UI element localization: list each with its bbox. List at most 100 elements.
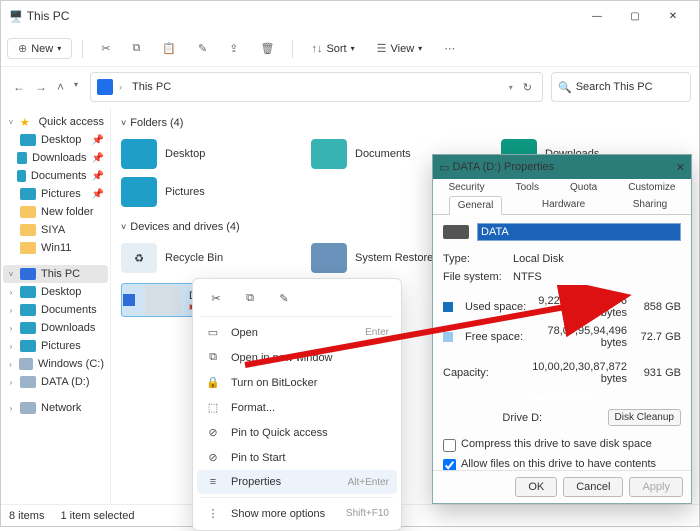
ctx-cut-icon[interactable]: ✂ xyxy=(203,287,229,309)
command-bar: ⊕ New ▾ ✂ ⧉ 📋 ✎ ⇪ 🗑 ↑↓ Sort ▾ ☰ View ▾ ⋯ xyxy=(1,31,699,67)
apply-button[interactable]: Apply xyxy=(629,477,683,497)
share-button[interactable]: ⇪ xyxy=(221,38,246,59)
open-icon: ▭ xyxy=(205,326,221,339)
tab-hardware[interactable]: Hardware xyxy=(534,196,593,214)
sidebar-pc-desktop[interactable]: ›Desktop xyxy=(3,283,108,301)
ctx-properties[interactable]: ≡PropertiesAlt+Enter xyxy=(197,470,397,494)
properties-title: DATA (D:) Properties xyxy=(452,161,554,173)
context-menu: ✂ ⧉ ✎ ▭OpenEnter ⧉Open in new window 🔒Tu… xyxy=(192,278,402,531)
tab-sharing[interactable]: Sharing xyxy=(625,196,675,214)
sidebar-pc-windows-c[interactable]: ›Windows (C:) xyxy=(3,355,108,373)
drive-label: Drive D: xyxy=(443,412,602,424)
ctx-open[interactable]: ▭OpenEnter xyxy=(197,320,397,345)
sidebar-documents[interactable]: Documents📌 xyxy=(3,167,108,185)
status-items: 8 items xyxy=(9,510,44,522)
free-bytes: 78,07,95,94,496 bytes xyxy=(535,325,627,349)
restore-icon xyxy=(311,243,347,273)
sidebar-pc-pictures[interactable]: ›Pictures xyxy=(3,337,108,355)
pin-icon: ⊘ xyxy=(205,426,221,439)
disk-cleanup-button[interactable]: Disk Cleanup xyxy=(608,409,681,426)
ctx-pin-start[interactable]: ⊘Pin to Start xyxy=(197,445,397,470)
paste-button[interactable]: 📋 xyxy=(154,38,184,59)
capacity-gb: 931 GB xyxy=(635,367,681,379)
ctx-rename-icon[interactable]: ✎ xyxy=(271,287,297,309)
item-recycle-bin[interactable]: ♻Recycle Bin xyxy=(121,243,271,273)
properties-close-button[interactable]: ✕ xyxy=(676,161,685,174)
new-button[interactable]: ⊕ New ▾ xyxy=(7,38,72,59)
ctx-open-new-window[interactable]: ⧉Open in new window xyxy=(197,345,397,370)
tab-security[interactable]: Security xyxy=(441,179,493,196)
forward-button[interactable]: → xyxy=(35,80,47,94)
sidebar-desktop[interactable]: Desktop📌 xyxy=(3,131,108,149)
folder-icon xyxy=(121,177,157,207)
sidebar-pc-documents[interactable]: ›Documents xyxy=(3,301,108,319)
more-button[interactable]: ⋯ xyxy=(436,38,463,59)
copy-button[interactable]: ⧉ xyxy=(124,38,148,59)
ctx-copy-icon[interactable]: ⧉ xyxy=(237,287,263,309)
minimize-button[interactable]: — xyxy=(579,2,615,30)
properties-tabs: Security Tools Quota Customize General H… xyxy=(433,179,691,215)
properties-dialog: ▭ DATA (D:) Properties ✕ Security Tools … xyxy=(432,154,692,504)
drive-icon: ▭ xyxy=(439,161,449,174)
format-icon: ⬚ xyxy=(205,401,221,414)
sidebar-pc-downloads[interactable]: ›Downloads xyxy=(3,319,108,337)
item-desktop[interactable]: Desktop xyxy=(121,139,271,169)
up-button[interactable]: ˄ xyxy=(57,80,64,94)
sidebar-quick-access[interactable]: ˅★Quick access xyxy=(3,113,108,131)
sidebar-siya[interactable]: SIYA xyxy=(3,221,108,239)
window-title: This PC xyxy=(23,9,579,23)
recent-button[interactable]: ▾ xyxy=(74,80,78,94)
search-box[interactable]: 🔍 Search This PC xyxy=(551,72,691,102)
maximize-button[interactable]: ▢ xyxy=(617,2,653,30)
filesystem-value: NTFS xyxy=(513,271,681,283)
breadcrumb[interactable]: This PC xyxy=(128,79,175,95)
refresh-button[interactable]: ↻ xyxy=(519,81,536,94)
ctx-bitlocker[interactable]: 🔒Turn on BitLocker xyxy=(197,370,397,395)
cancel-button[interactable]: Cancel xyxy=(563,477,623,497)
drive-icon xyxy=(145,285,181,315)
search-placeholder: Search This PC xyxy=(576,81,653,93)
folder-icon xyxy=(121,139,157,169)
tab-tools[interactable]: Tools xyxy=(508,179,547,196)
sidebar-downloads[interactable]: Downloads📌 xyxy=(3,149,108,167)
window-icon: ⧉ xyxy=(205,351,221,364)
properties-icon: ≡ xyxy=(205,476,221,488)
ok-button[interactable]: OK xyxy=(515,477,557,497)
back-button[interactable]: ← xyxy=(13,80,25,94)
sort-button[interactable]: ↑↓ Sort ▾ xyxy=(303,39,362,59)
sidebar-win11[interactable]: Win11 xyxy=(3,239,108,257)
compress-checkbox[interactable]: Compress this drive to save disk space xyxy=(443,438,681,452)
ctx-pin-quick[interactable]: ⊘Pin to Quick access xyxy=(197,420,397,445)
ctx-format[interactable]: ⬚Format... xyxy=(197,395,397,420)
type-value: Local Disk xyxy=(513,253,681,265)
tab-general[interactable]: General xyxy=(449,196,503,215)
item-pictures[interactable]: Pictures xyxy=(121,177,271,207)
sidebar-pictures[interactable]: Pictures📌 xyxy=(3,185,108,203)
group-folders[interactable]: ˅Folders (4) xyxy=(121,113,689,135)
delete-button[interactable]: 🗑 xyxy=(252,38,282,59)
free-gb: 72.7 GB xyxy=(635,331,681,343)
rename-button[interactable]: ✎ xyxy=(190,38,215,59)
more-icon: ⋮ xyxy=(205,507,221,520)
used-bytes: 9,22,12,34,93,376 bytes xyxy=(535,295,627,319)
view-button[interactable]: ☰ View ▾ xyxy=(369,38,431,59)
recycle-icon: ♻ xyxy=(121,243,157,273)
drive-icon xyxy=(443,225,469,239)
address-bar[interactable]: › This PC ▾ ↻ xyxy=(90,72,543,102)
tab-quota[interactable]: Quota xyxy=(562,179,605,196)
tab-customize[interactable]: Customize xyxy=(620,179,683,196)
index-checkbox[interactable]: Allow files on this drive to have conten… xyxy=(443,458,681,470)
ctx-more-options[interactable]: ⋮Show more optionsShift+F10 xyxy=(197,501,397,526)
sidebar-pc-data-d[interactable]: ›DATA (D:) xyxy=(3,373,108,391)
sidebar-this-pc[interactable]: ˅This PC xyxy=(3,265,108,283)
properties-title-bar: ▭ DATA (D:) Properties ✕ xyxy=(433,155,691,179)
drive-name-field[interactable] xyxy=(477,223,681,241)
capacity-bytes: 10,00,20,30,87,872 bytes xyxy=(513,361,627,385)
pin-icon: ⊘ xyxy=(205,451,221,464)
close-button[interactable]: ✕ xyxy=(655,2,691,30)
nav-bar: ← → ˄ ▾ › This PC ▾ ↻ 🔍 Search This PC xyxy=(1,67,699,107)
folder-icon xyxy=(311,139,347,169)
cut-button[interactable]: ✂ xyxy=(93,38,118,59)
sidebar-network[interactable]: ›Network xyxy=(3,399,108,417)
sidebar-new-folder[interactable]: New folder xyxy=(3,203,108,221)
